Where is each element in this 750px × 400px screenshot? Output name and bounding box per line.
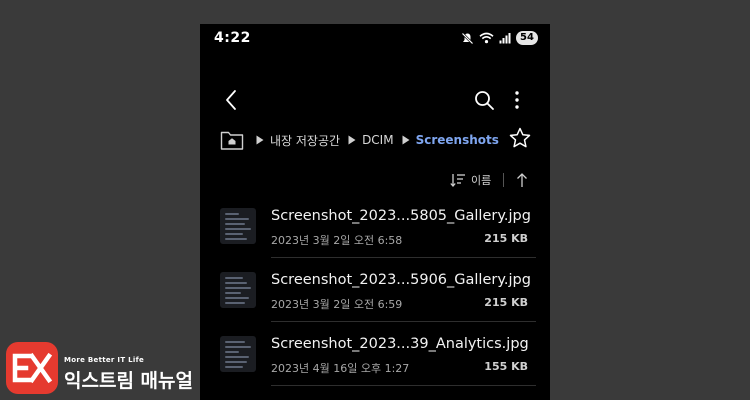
sort-bar: 이름 <box>450 170 540 190</box>
chevron-right-icon <box>256 135 264 145</box>
file-name: Screenshot_2023...5906_Gallery.jpg <box>271 272 531 288</box>
site-logo: More Better IT Life 익스트림 매뉴얼 <box>6 342 216 394</box>
image-thumbnail <box>220 208 256 244</box>
breadcrumb: 내장 저장공간 DCIM Screenshots <box>220 126 550 152</box>
logo-badge <box>6 342 58 394</box>
arrow-up-icon[interactable] <box>514 172 530 188</box>
row-divider <box>271 257 536 258</box>
image-thumbnail <box>220 336 256 372</box>
file-date: 2023년 4월 16일 오후 1:27 <box>271 362 410 375</box>
breadcrumb-item-dcim[interactable]: DCIM <box>362 133 394 147</box>
status-icons: 54 <box>461 31 538 45</box>
back-arrow-icon[interactable] <box>220 88 244 112</box>
mute-icon <box>461 32 474 44</box>
battery-icon: 54 <box>516 31 538 45</box>
sort-by-name-button[interactable]: 이름 <box>450 172 491 188</box>
list-item[interactable]: Screenshot_2023...5906_Gallery.jpg 2023년… <box>200 266 550 330</box>
chevron-right-icon <box>348 135 356 145</box>
file-size: 155 KB <box>484 360 528 373</box>
wifi-icon <box>479 32 494 44</box>
list-item[interactable]: Screenshot_2023...5805_Gallery.jpg 2023년… <box>200 202 550 266</box>
logo-tagline: More Better IT Life <box>64 356 144 364</box>
breadcrumb-item-screenshots[interactable]: Screenshots <box>416 133 499 147</box>
status-bar: 4:22 54 <box>200 24 550 56</box>
file-size: 215 KB <box>484 232 528 245</box>
signal-icon <box>499 33 511 44</box>
file-name: Screenshot_2023...5805_Gallery.jpg <box>271 208 531 224</box>
image-thumbnail <box>220 272 256 308</box>
file-list: Screenshot_2023...5805_Gallery.jpg 2023년… <box>200 202 550 394</box>
folder-home-icon[interactable] <box>220 129 244 151</box>
logo-ex-icon <box>12 352 53 384</box>
list-item[interactable]: Screenshot_2023...39_Analytics.jpg 2023년… <box>200 330 550 394</box>
file-size: 215 KB <box>484 296 528 309</box>
logo-name: 익스트림 매뉴얼 <box>64 370 193 392</box>
row-divider <box>271 321 536 322</box>
file-name: Screenshot_2023...39_Analytics.jpg <box>271 336 529 352</box>
file-date: 2023년 3월 2일 오전 6:59 <box>271 298 403 311</box>
phone-screen: 4:22 54 내장 저장공간 DCIM Screenshots 이름 Scre… <box>200 24 550 400</box>
toolbar <box>200 80 550 120</box>
star-outline-icon[interactable] <box>508 126 532 150</box>
more-vertical-icon[interactable] <box>505 88 529 112</box>
sort-divider <box>503 173 505 187</box>
chevron-right-icon <box>402 135 410 145</box>
breadcrumb-item-internal-storage[interactable]: 내장 저장공간 <box>270 132 340 149</box>
status-time: 4:22 <box>214 30 251 46</box>
search-icon[interactable] <box>472 88 496 112</box>
row-divider <box>271 385 536 386</box>
sort-icon <box>450 174 465 187</box>
sort-label: 이름 <box>471 174 492 187</box>
file-date: 2023년 3월 2일 오전 6:58 <box>271 234 403 247</box>
